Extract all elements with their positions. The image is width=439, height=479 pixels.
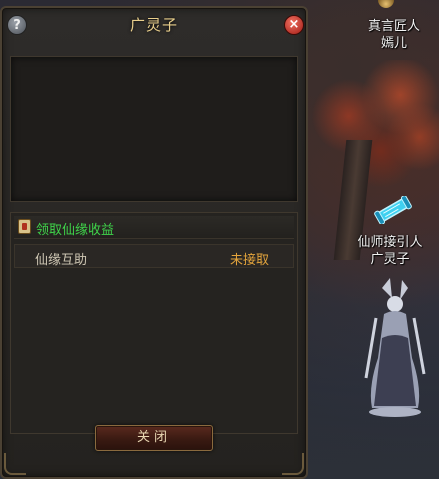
panel-corner-ornament-left — [4, 453, 26, 475]
autumn-tree-foliage — [310, 60, 439, 200]
quest-category-label: 领取仙缘收益 — [36, 223, 115, 238]
quest-status: 未接取 — [229, 253, 269, 268]
npc-top-title: 真言匠人 — [367, 19, 420, 34]
dialog-title: 广灵子 — [129, 16, 178, 34]
quest-name: 仙缘互助 — [35, 253, 88, 268]
npc-guide-title: 仙师接引人 — [357, 235, 423, 250]
close-icon[interactable]: × — [284, 15, 304, 35]
npc-top-name: 嫣儿 — [380, 36, 407, 51]
npc-nameplate-top[interactable]: 真言匠人 嫣儿 — [350, 18, 438, 52]
quest-scroll-icon[interactable] — [372, 196, 414, 224]
quest-category-header[interactable]: 领取仙缘收益 — [14, 216, 294, 239]
npc-nameplate-guide[interactable]: 仙师接引人 广灵子 — [340, 234, 439, 268]
quest-row[interactable]: 仙缘互助 未接取 — [14, 244, 294, 268]
help-icon[interactable]: ? — [7, 15, 27, 35]
npc-guide-name: 广灵子 — [370, 252, 410, 267]
close-dialog-button[interactable]: 关闭 — [95, 425, 213, 451]
npc-character-sprite[interactable] — [362, 278, 428, 418]
npc-dialog-text-area — [10, 56, 298, 202]
panel-corner-ornament-right — [282, 453, 304, 475]
quest-badge-icon — [18, 219, 31, 234]
